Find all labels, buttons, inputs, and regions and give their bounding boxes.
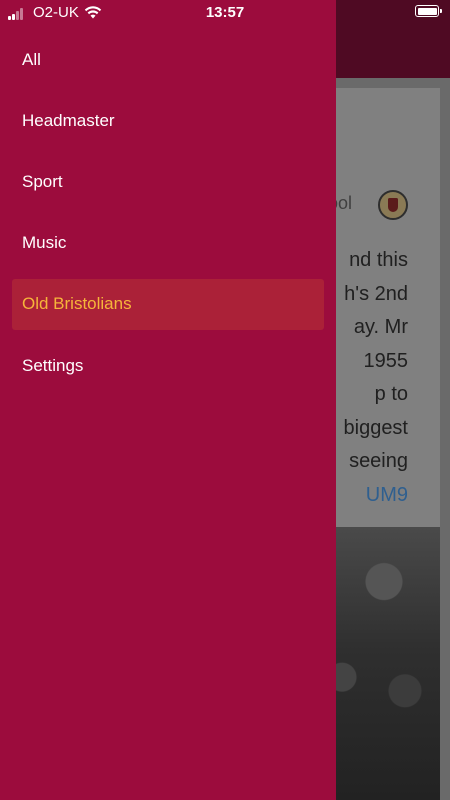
drawer-item-label: Old Bristolians <box>22 294 132 314</box>
drawer-item-label: Headmaster <box>22 110 115 130</box>
clock: 13:57 <box>205 4 245 21</box>
drawer-item-label: Music <box>22 233 67 253</box>
drawer-item-settings[interactable]: Settings <box>0 335 336 396</box>
drawer-item-music[interactable]: Music <box>0 213 336 274</box>
drawer-item-label: All <box>22 49 41 69</box>
drawer-item-headmaster[interactable]: Headmaster <box>0 90 336 151</box>
drawer-item-sport[interactable]: Sport <box>0 151 336 212</box>
drawer-item-old-bristolians[interactable]: Old Bristolians <box>0 274 336 335</box>
drawer-item-label: Sport <box>22 171 63 191</box>
drawer-item-label: Settings <box>22 355 84 375</box>
battery-icon <box>415 5 442 17</box>
school-crest-icon <box>378 190 408 220</box>
status-bar: O2-UK 13:57 <box>0 0 450 26</box>
navigation-drawer: All Headmaster Sport Music Old Bristolia… <box>0 0 336 800</box>
drawer-menu: All Headmaster Sport Music Old Bristolia… <box>0 29 336 396</box>
drawer-item-all[interactable]: All <box>0 29 336 90</box>
